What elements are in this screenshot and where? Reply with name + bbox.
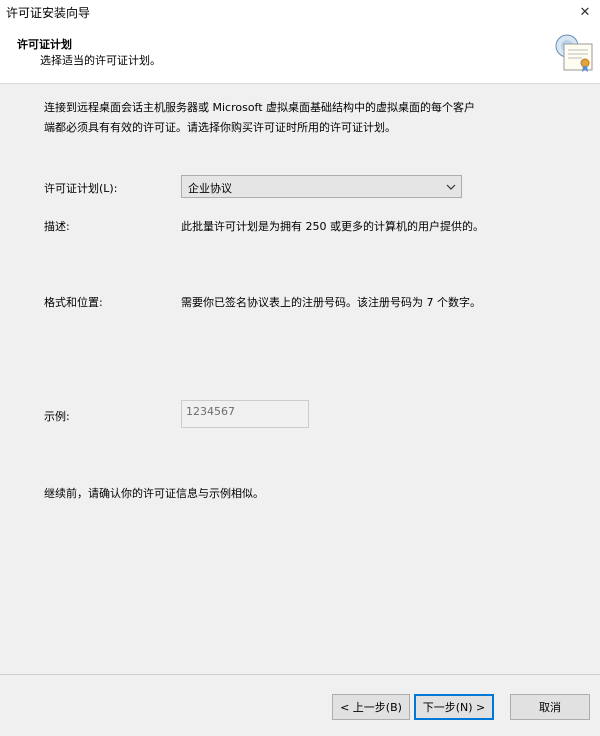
header-title: 许可证计划 xyxy=(17,38,72,51)
certificate-icon xyxy=(555,34,593,72)
title-bar: 许可证安装向导 ✕ xyxy=(0,0,600,28)
license-plan-selected: 企业协议 xyxy=(188,182,232,195)
back-button[interactable]: < 上一步(B) xyxy=(332,694,410,720)
continue-note: 继续前，请确认你的许可证信息与示例相似。 xyxy=(44,487,264,500)
chevron-down-icon xyxy=(446,184,456,190)
header-subtitle: 选择适当的许可证计划。 xyxy=(40,54,161,67)
wizard-header: 许可证计划 选择适当的许可证计划。 xyxy=(0,28,600,84)
close-icon: ✕ xyxy=(579,4,591,20)
license-plan-dropdown[interactable]: 企业协议 xyxy=(181,175,462,198)
format-value: 需要你已签名协议表上的注册号码。该注册号码为 7 个数字。 xyxy=(181,296,481,309)
footer-divider xyxy=(0,674,600,675)
license-wizard-window: 许可证安装向导 ✕ 许可证计划 选择适当的许可证计划。 连接到远程桌面会话主机服… xyxy=(0,0,600,736)
description-label: 描述: xyxy=(44,220,70,233)
window-title: 许可证安装向导 xyxy=(6,6,91,20)
intro-line-1: 连接到远程桌面会话主机服务器或 Microsoft 虚拟桌面基础结构中的虚拟桌面… xyxy=(44,101,476,114)
example-value: 1234567 xyxy=(186,405,235,418)
example-field: 1234567 xyxy=(181,400,309,428)
next-button[interactable]: 下一步(N) > xyxy=(414,694,494,720)
format-label: 格式和位置: xyxy=(44,296,103,309)
description-value: 此批量许可计划是为拥有 250 或更多的计算机的用户提供的。 xyxy=(181,220,484,233)
cancel-button[interactable]: 取消 xyxy=(510,694,590,720)
license-plan-label: 许可证计划(L): xyxy=(44,182,118,195)
intro-line-2: 端都必须具有有效的许可证。请选择你购买许可证时所用的许可证计划。 xyxy=(44,121,396,134)
example-label: 示例: xyxy=(44,410,70,423)
intro-text: 连接到远程桌面会话主机服务器或 Microsoft 虚拟桌面基础结构中的虚拟桌面… xyxy=(44,98,544,138)
close-button[interactable]: ✕ xyxy=(570,0,600,24)
